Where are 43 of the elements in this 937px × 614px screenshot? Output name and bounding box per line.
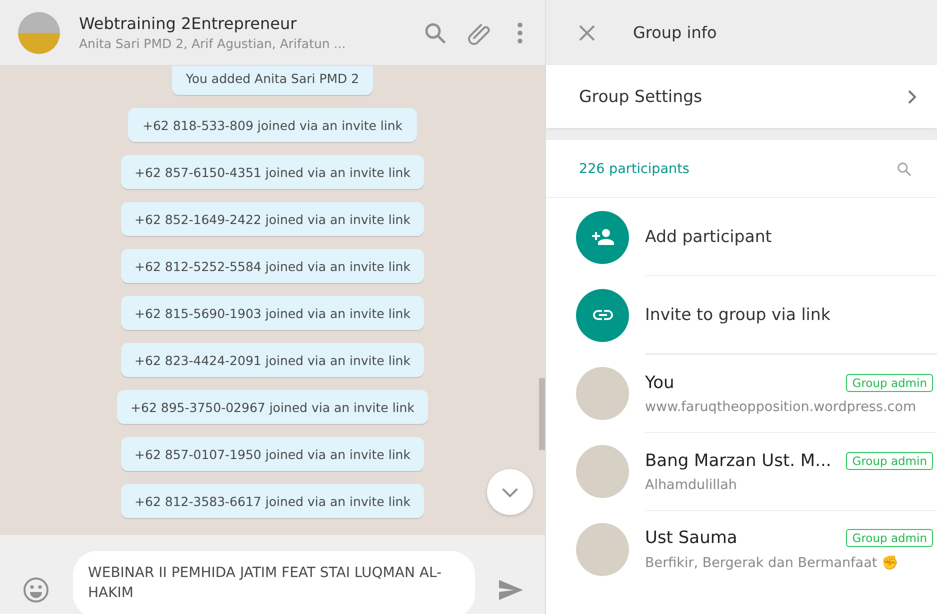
admin-badge: Group admin: [846, 374, 933, 392]
scrollbar[interactable]: [539, 378, 545, 450]
smiley-icon[interactable]: [23, 576, 49, 602]
chat-subtitle: Anita Sari PMD 2, Arif Agustian, Arifatun ...: [79, 36, 347, 51]
chevron-right-icon: [908, 90, 916, 104]
participant-row[interactable]: You Group admin www.faruqtheopposition.wordpress.com: [546, 354, 937, 432]
panel-title: Group info: [633, 23, 717, 42]
system-message: +62 812-5252-5584 joined via an invite link: [120, 249, 424, 283]
system-message: +62 823-4424-2091 joined via an invite link: [120, 343, 424, 377]
search-icon[interactable]: [896, 160, 912, 176]
system-message: You added Anita Sari PMD 2: [172, 66, 374, 95]
participant-name: You: [645, 372, 674, 392]
close-icon[interactable]: [579, 24, 595, 40]
action-label: Invite to group via link: [645, 276, 937, 354]
search-icon[interactable]: [423, 20, 447, 44]
menu-icon[interactable]: [517, 22, 523, 44]
admin-badge: Group admin: [846, 529, 933, 547]
chat-title: Webtraining 2Entrepreneur: [79, 14, 298, 33]
system-message: +62 812-3583-6617 joined via an invite link: [120, 484, 424, 518]
message-input-field[interactable]: WEBINAR II PEMHIDA JATIM FEAT STAI LUQMAN AL-HAKIM: [73, 551, 475, 614]
group-avatar[interactable]: [18, 12, 60, 54]
chevron-down-icon: [501, 486, 519, 498]
participant-name: Ust Sauma: [645, 528, 738, 548]
system-message: +62 857-0107-1950 joined via an invite link: [120, 437, 424, 471]
system-message: +62 852-1649-2422 joined via an invite link: [120, 202, 424, 236]
system-message: +62 818-533-809 joined via an invite link: [128, 108, 417, 142]
system-message: +62 857-6150-4351 joined via an invite link: [120, 155, 424, 189]
group-settings-row[interactable]: Group Settings: [546, 65, 937, 128]
participant-status: Berfikir, Bergerak dan Bermanfaat ✊: [645, 554, 900, 571]
scroll-down-button[interactable]: [487, 469, 533, 515]
participants-count: 226 participants: [579, 160, 690, 176]
action-row[interactable]: Add participant: [546, 198, 937, 276]
action-row[interactable]: Invite to group via link: [546, 276, 937, 354]
participant-status: Alhamdulillah: [645, 476, 738, 492]
action-label: Add participant: [645, 198, 937, 276]
participant-name: Bang Marzan Ust. M...: [645, 450, 832, 470]
admin-badge: Group admin: [846, 452, 933, 470]
system-message: +62 815-5690-1903 joined via an invite link: [120, 296, 424, 330]
participant-status: www.faruqtheopposition.wordpress.com: [645, 398, 918, 414]
system-message: +62 895-3750-02967 joined via an invite link: [116, 390, 428, 424]
send-icon[interactable]: [499, 580, 523, 600]
participant-row[interactable]: Ust Sauma Group admin Berfikir, Bergerak dan Bermanfaat ✊: [546, 510, 937, 588]
participant-row[interactable]: Bang Marzan Ust. M... Group admin Alhamdulillah: [546, 432, 937, 510]
